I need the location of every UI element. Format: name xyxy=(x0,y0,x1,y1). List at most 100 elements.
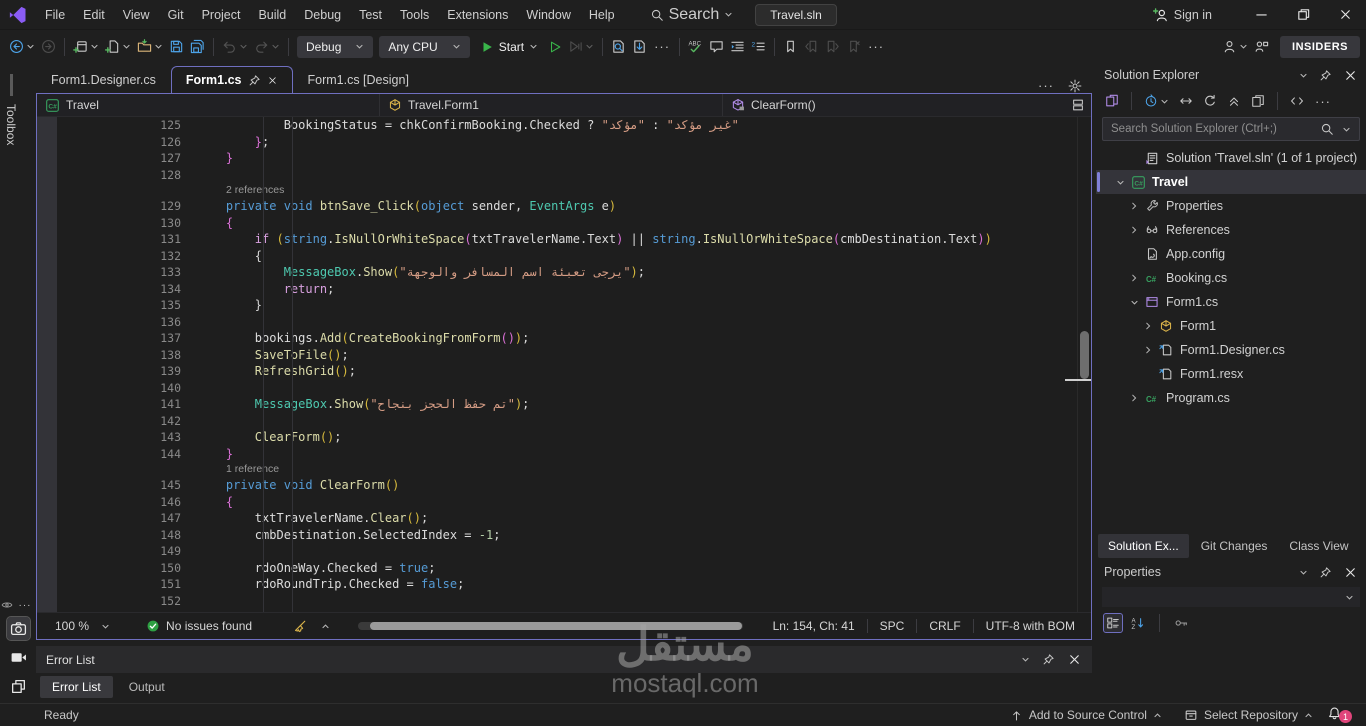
solution-explorer-search-input[interactable]: Search Solution Explorer (Ctrl+;) xyxy=(1102,117,1360,141)
project-dropdown[interactable]: C# Travel xyxy=(37,94,380,116)
code-line[interactable]: 133 MessageBox.Show("يرجى تعبئة اسم المس… xyxy=(37,264,1091,281)
comment-button[interactable] xyxy=(706,36,727,57)
code-line[interactable]: 149 xyxy=(37,543,1091,560)
video-icon[interactable] xyxy=(7,646,30,669)
format-indent2-button[interactable]: 2 xyxy=(748,36,769,57)
bookmark-prev-button[interactable] xyxy=(801,36,822,57)
glyph-margin[interactable] xyxy=(37,117,57,613)
restore-button[interactable] xyxy=(1282,0,1324,30)
search-box[interactable]: Search xyxy=(642,3,742,27)
tree-item-form1-designer-cs[interactable]: Form1.Designer.cs xyxy=(1096,338,1366,362)
document-tab[interactable]: Form1.cs [Design] xyxy=(293,66,424,93)
bookmark-button[interactable] xyxy=(780,36,801,57)
az-sort-button[interactable]: AZ xyxy=(1128,613,1148,633)
chevron-right-icon[interactable] xyxy=(1126,273,1142,283)
tree-item-booking-cs[interactable]: C# Booking.cs xyxy=(1096,266,1366,290)
chevron-up-icon[interactable] xyxy=(321,622,330,631)
chevron-down-icon[interactable] xyxy=(1126,298,1142,307)
tree-item-solution-travel-sln-1-of-1-project-[interactable]: Solution 'Travel.sln' (1 of 1 project) xyxy=(1096,146,1366,170)
menu-window[interactable]: Window xyxy=(517,4,579,26)
debug-configuration-dropdown[interactable]: Debug xyxy=(297,35,374,58)
minimize-button[interactable] xyxy=(1240,0,1282,30)
code-line[interactable]: 142 xyxy=(37,413,1091,430)
document-tab[interactable]: Form1.cs xyxy=(170,66,293,93)
code-line[interactable]: 135 } xyxy=(37,297,1091,314)
start-debugging-button[interactable]: Start xyxy=(473,37,545,57)
tree-item-form1[interactable]: Form1 xyxy=(1096,314,1366,338)
code-line[interactable]: 126 }; xyxy=(37,134,1091,151)
save-all-button[interactable] xyxy=(187,36,208,57)
indent-mode[interactable]: SPC xyxy=(868,619,917,633)
code-line[interactable]: 150 rdoOneWay.Checked = true; xyxy=(37,560,1091,577)
add-to-source-control-button[interactable]: Add to Source Control xyxy=(1002,708,1170,722)
pin-icon[interactable] xyxy=(1319,566,1332,579)
chevron-right-icon[interactable] xyxy=(1126,393,1142,403)
split-window-button[interactable] xyxy=(1065,94,1091,116)
tree-item-form1-resx[interactable]: Form1.resx xyxy=(1096,362,1366,386)
pin-icon[interactable] xyxy=(248,74,261,87)
code-line[interactable]: 125 BookingStatus = chkConfirmBooking.Ch… xyxy=(37,117,1091,134)
scrollbar-thumb[interactable] xyxy=(1080,331,1089,379)
new-project-button[interactable] xyxy=(70,36,102,57)
add-item-button[interactable] xyxy=(102,36,134,57)
zoom-dropdown[interactable]: 100 % xyxy=(45,616,120,636)
chevron-right-icon[interactable] xyxy=(1126,225,1142,235)
panel-tab-solution-ex-[interactable]: Solution Ex... xyxy=(1098,534,1189,558)
chevron-right-icon[interactable] xyxy=(1140,321,1156,331)
code-line[interactable]: 136 xyxy=(37,314,1091,331)
panel-tab-output[interactable]: Output xyxy=(117,676,177,698)
live-share-button[interactable] xyxy=(1219,36,1251,57)
close-button[interactable] xyxy=(1324,0,1366,30)
send-feedback-button[interactable] xyxy=(1251,36,1272,57)
type-dropdown[interactable]: Travel.Form1 xyxy=(380,94,723,116)
open-folder-button[interactable] xyxy=(134,36,166,57)
tab-overflow-button[interactable]: ··· xyxy=(1034,78,1058,93)
run-outline-button[interactable] xyxy=(545,37,565,57)
code-tags-button[interactable] xyxy=(1287,91,1307,111)
close-icon[interactable] xyxy=(1343,68,1358,83)
menu-git[interactable]: Git xyxy=(159,4,193,26)
menu-tools[interactable]: Tools xyxy=(391,4,438,26)
notifications-button[interactable]: 1 xyxy=(1327,706,1352,724)
menu-build[interactable]: Build xyxy=(249,4,295,26)
spell-check-button[interactable]: ABC xyxy=(685,36,706,57)
code-line[interactable]: 137 bookings.Add(CreateBookingFromForm()… xyxy=(37,330,1091,347)
chevron-down-icon[interactable] xyxy=(1299,71,1308,80)
scrollbar-thumb[interactable] xyxy=(370,622,743,630)
code-line[interactable]: 140 xyxy=(37,380,1091,397)
key-button[interactable] xyxy=(1171,613,1191,633)
code-line[interactable]: 141 MessageBox.Show("تم حفظ الحجز بنجاح"… xyxy=(37,396,1091,413)
bookmark-next-button[interactable] xyxy=(822,36,843,57)
encoding[interactable]: UTF-8 with BOM xyxy=(974,619,1087,633)
code-line[interactable]: 139 RefreshGrid(); xyxy=(37,363,1091,380)
toolbox-tab[interactable]: Toolbox xyxy=(4,74,18,145)
code-line[interactable]: 127 } xyxy=(37,150,1091,167)
menu-edit[interactable]: Edit xyxy=(74,4,114,26)
codelens-indicator[interactable]: 2 references xyxy=(37,183,1091,198)
menu-extensions[interactable]: Extensions xyxy=(438,4,517,26)
undo-button[interactable] xyxy=(219,36,251,57)
preview-button[interactable] xyxy=(1248,91,1268,111)
sign-in-button[interactable]: Sign in xyxy=(1152,7,1212,23)
overflow-button[interactable]: ··· xyxy=(650,39,674,54)
tree-item-program-cs[interactable]: C# Program.cs xyxy=(1096,386,1366,410)
home-switch-button[interactable] xyxy=(1102,91,1122,111)
code-line[interactable]: 146 { xyxy=(37,494,1091,511)
menu-debug[interactable]: Debug xyxy=(295,4,350,26)
menu-view[interactable]: View xyxy=(114,4,159,26)
tree-item-travel[interactable]: C# Travel xyxy=(1096,170,1366,194)
code-line[interactable]: 128 xyxy=(37,167,1091,184)
solution-name-chip[interactable]: Travel.sln xyxy=(755,3,837,26)
code-line[interactable]: 148 cmbDestination.SelectedIndex = -1; xyxy=(37,527,1091,544)
vertical-scrollbar[interactable] xyxy=(1077,117,1091,613)
chevron-right-icon[interactable] xyxy=(1126,201,1142,211)
pin-icon[interactable] xyxy=(1319,69,1332,82)
issues-indicator[interactable]: No issues found xyxy=(146,619,252,633)
eye-icon[interactable] xyxy=(1,599,13,611)
tree-item-properties[interactable]: Properties xyxy=(1096,194,1366,218)
code-cleanup-broom-icon[interactable] xyxy=(292,619,307,634)
close-icon[interactable] xyxy=(267,75,278,86)
layers-icon[interactable] xyxy=(7,675,30,698)
panel-tab-error-list[interactable]: Error List xyxy=(40,675,113,698)
pin-icon[interactable] xyxy=(1042,653,1055,666)
